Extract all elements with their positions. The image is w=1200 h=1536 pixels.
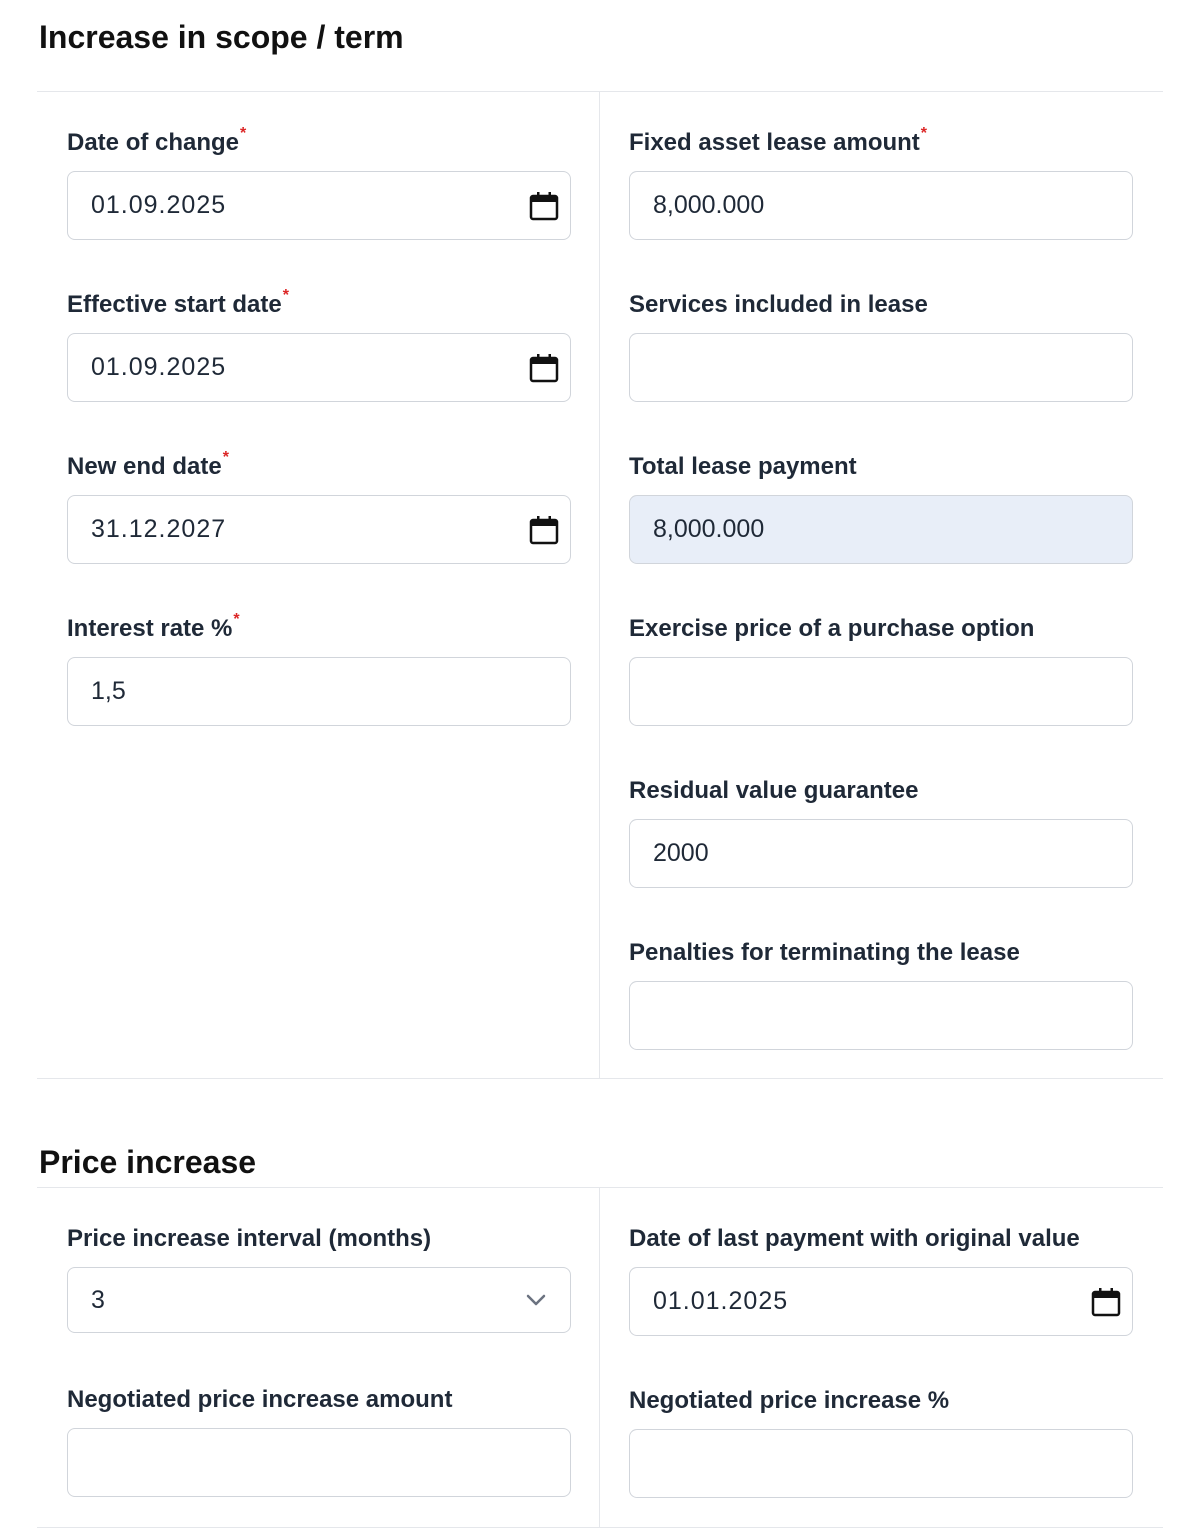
lease-change-form: Increase in scope / term Date of change*… [0, 0, 1200, 1536]
last-payment-date-field: Date of last payment with original value… [629, 1223, 1133, 1336]
chevron-down-icon [526, 1294, 546, 1306]
calendar-icon[interactable] [528, 352, 560, 384]
penalties-field: Penalties for terminating the lease [629, 937, 1133, 1050]
calendar-icon[interactable] [528, 514, 560, 546]
section-title-scope: Increase in scope / term [39, 19, 404, 55]
new-end-date-input[interactable]: 31.12.2027 [67, 495, 571, 564]
interest-rate-label: Interest rate %* [67, 611, 240, 642]
effective-start-date-label: Effective start date* [67, 287, 289, 318]
services-included-label: Services included in lease [629, 291, 928, 318]
last-payment-date-label: Date of last payment with original value [629, 1225, 1080, 1252]
total-lease-payment-input: 8,000.000 [629, 495, 1133, 564]
divider [37, 91, 1163, 92]
services-included-input[interactable] [629, 333, 1133, 402]
fixed-asset-lease-amount-field: Fixed asset lease amount* 8,000.000 [629, 125, 1133, 240]
price-increase-interval-value: 3 [91, 1285, 105, 1314]
price-increase-interval-field: Price increase interval (months) 3 [67, 1223, 571, 1333]
calendar-icon[interactable] [1090, 1286, 1122, 1318]
fixed-asset-lease-amount-value: 8,000.000 [653, 191, 765, 219]
divider [37, 1527, 1163, 1528]
negotiated-amount-label: Negotiated price increase amount [67, 1386, 453, 1413]
interest-rate-value: 1,5 [91, 677, 126, 705]
residual-value-guarantee-value: 2000 [653, 839, 709, 867]
required-marker: * [240, 125, 247, 142]
column-divider [599, 1188, 600, 1528]
penalties-input[interactable] [629, 981, 1133, 1050]
date-of-change-label: Date of change* [67, 125, 247, 156]
residual-value-guarantee-label: Residual value guarantee [629, 777, 919, 804]
total-lease-payment-field: Total lease payment 8,000.000 [629, 451, 1133, 564]
new-end-date-field: New end date* 31.12.2027 [67, 449, 571, 564]
negotiated-percent-label: Negotiated price increase % [629, 1387, 950, 1414]
price-increase-interval-label: Price increase interval (months) [67, 1225, 432, 1252]
divider [37, 1187, 1163, 1188]
new-end-date-label: New end date* [67, 449, 229, 480]
date-of-change-input[interactable]: 01.09.2025 [67, 171, 571, 240]
interest-rate-field: Interest rate %* 1,5 [67, 611, 571, 726]
last-payment-date-input[interactable]: 01.01.2025 [629, 1267, 1133, 1336]
date-of-change-value: 01.09.2025 [91, 191, 227, 219]
required-marker: * [920, 125, 928, 142]
exercise-price-input[interactable] [629, 657, 1133, 726]
negotiated-percent-field: Negotiated price increase % [629, 1385, 1133, 1498]
calendar-icon[interactable] [528, 190, 560, 222]
services-included-field: Services included in lease [629, 289, 1133, 402]
column-divider [599, 92, 600, 1078]
total-lease-payment-label: Total lease payment [629, 453, 857, 480]
effective-start-date-value: 01.09.2025 [91, 353, 227, 381]
fixed-asset-lease-amount-label: Fixed asset lease amount* [629, 125, 928, 156]
effective-start-date-input[interactable]: 01.09.2025 [67, 333, 571, 402]
exercise-price-field: Exercise price of a purchase option [629, 613, 1133, 726]
required-marker: * [233, 611, 240, 628]
last-payment-date-value: 01.01.2025 [653, 1287, 789, 1315]
required-marker: * [222, 449, 229, 466]
new-end-date-value: 31.12.2027 [91, 515, 227, 543]
negotiated-amount-input[interactable] [67, 1428, 571, 1497]
required-marker: * [282, 287, 289, 304]
residual-value-guarantee-field: Residual value guarantee 2000 [629, 775, 1133, 888]
divider [37, 1078, 1163, 1079]
fixed-asset-lease-amount-input[interactable]: 8,000.000 [629, 171, 1133, 240]
negotiated-amount-field: Negotiated price increase amount [67, 1384, 571, 1497]
exercise-price-label: Exercise price of a purchase option [629, 615, 1035, 642]
negotiated-percent-input[interactable] [629, 1429, 1133, 1498]
penalties-label: Penalties for terminating the lease [629, 939, 1020, 966]
interest-rate-input[interactable]: 1,5 [67, 657, 571, 726]
date-of-change-field: Date of change* 01.09.2025 [67, 125, 571, 240]
section-title-price-increase: Price increase [39, 1144, 257, 1180]
effective-start-date-field: Effective start date* 01.09.2025 [67, 287, 571, 402]
total-lease-payment-value: 8,000.000 [653, 515, 765, 543]
residual-value-guarantee-input[interactable]: 2000 [629, 819, 1133, 888]
price-increase-interval-select[interactable]: 3 [67, 1267, 571, 1333]
